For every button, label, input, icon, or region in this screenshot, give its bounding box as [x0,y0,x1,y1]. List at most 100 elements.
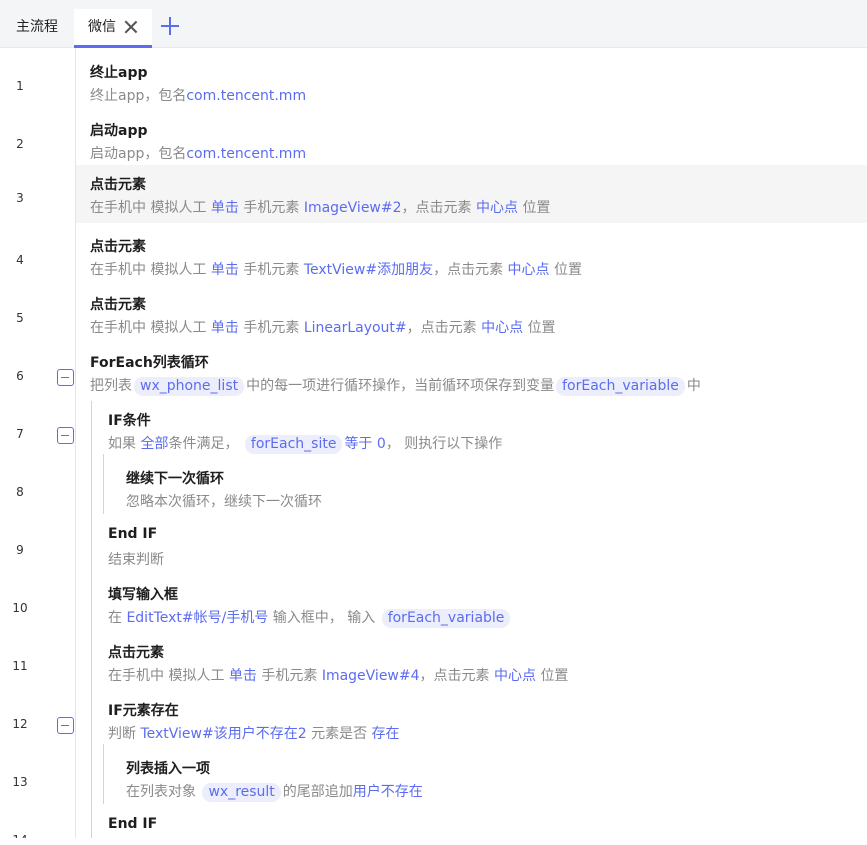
step-row[interactable]: 3 点击元素 在手机中 模拟人工 单击 手机元素 ImageView#2，点击元… [0,165,867,223]
step-title: IF条件 [108,413,151,429]
desc-text: ，点击元素 [406,320,477,336]
param-value[interactable]: TextView#添加朋友 [304,262,433,278]
desc-text: 位置 [540,668,569,684]
variable-pill[interactable]: forEach_variable [556,377,685,396]
collapse-icon[interactable] [57,369,74,386]
param-value[interactable]: 单击 [229,668,257,684]
param-value[interactable]: 等于 [344,436,372,452]
step-content[interactable]: 继续下一次循环 忽略本次循环，继续下一次循环 [76,459,867,517]
step-content[interactable]: 列表插入一项 在列表对象 wx_result 的尾部追加用户不存在 [76,749,867,807]
step-row[interactable]: 6 ForEach列表循环 把列表 wx_phone_list 中的每一项进行循环操… [0,343,867,401]
step-content[interactable]: IF元素存在 判断 TextView#该用户不存在2 元素是否 存在 [76,691,867,749]
step-content[interactable]: 启动app 启动app，包名com.tencent.mm [76,111,867,169]
desc-text: 手机元素 [243,200,300,216]
desc-text: 位置 [527,320,556,336]
param-value[interactable]: 中心点 [508,262,550,278]
param-value[interactable]: com.tencent.mm [186,88,306,104]
param-value[interactable]: EditText#帐号/手机号 [126,610,268,626]
step-row[interactable]: 8 继续下一次循环 忽略本次循环，继续下一次循环 [0,459,867,517]
step-content[interactable]: 终止app 终止app，包名com.tencent.mm [76,53,867,111]
line-number: 11 [12,659,28,673]
param-value[interactable]: TextView#该用户不存在2 [140,726,306,742]
step-description: 终止app，包名com.tencent.mm [90,85,306,105]
param-value[interactable]: 中心点 [476,200,518,216]
desc-text: ，点击元素 [401,200,472,216]
param-value[interactable]: ImageView#2 [304,200,402,216]
step-row[interactable]: 2 启动app 启动app，包名com.tencent.mm [0,111,867,169]
desc-text: 如果 [108,436,136,452]
add-tab-icon[interactable] [160,16,180,36]
step-content[interactable]: 点击元素 在手机中 模拟人工 单击 手机元素 LinearLayout#，点击元… [76,285,867,343]
desc-text: 在手机中 模拟人工 [108,668,225,684]
desc-text: 启动app，包名 [90,146,187,162]
param-value[interactable]: 中心点 [494,668,536,684]
param-value[interactable]: 单击 [211,262,239,278]
step-content[interactable]: ForEach列表循环 把列表 wx_phone_list 中的每一项进行循环操作，… [76,343,867,401]
step-row[interactable]: 1 终止app 终止app，包名com.tencent.mm [0,53,867,111]
step-row[interactable]: 13 列表插入一项 在列表对象 wx_result 的尾部追加用户不存在 [0,749,867,807]
step-content[interactable]: 点击元素 在手机中 模拟人工 单击 手机元素 ImageView#2，点击元素 … [76,165,867,223]
line-number: 10 [12,601,28,615]
param-value[interactable]: 单击 [211,200,239,216]
step-description: 在列表对象 wx_result 的尾部追加用户不存在 [126,781,423,802]
step-row[interactable]: 14 End IF [0,807,867,838]
param-value[interactable]: 全部 [140,436,168,452]
line-number: 4 [16,253,24,267]
param-value[interactable]: 用户不存在 [353,784,423,800]
param-value[interactable]: com.tencent.mm [186,146,306,162]
param-value[interactable]: 单击 [211,320,239,336]
step-row[interactable]: 7 IF条件 如果 全部条件满足， forEach_site 等于 0， 则执行以… [0,401,867,459]
step-content[interactable]: 点击元素 在手机中 模拟人工 单击 手机元素 TextView#添加朋友，点击元… [76,227,867,285]
tab-wechat[interactable]: 微信 [74,9,152,48]
close-icon[interactable] [124,20,138,34]
step-content[interactable]: End IF [76,807,867,838]
step-row[interactable]: 10 填写输入框 在 EditText#帐号/手机号 输入框中， 输入 forE… [0,575,867,633]
line-number: 9 [16,543,24,557]
tab-main-flow[interactable]: 主流程 [0,9,74,48]
step-title: End IF [108,816,158,832]
collapse-icon[interactable] [57,427,74,444]
line-number: 8 [16,485,24,499]
line-number: 13 [12,775,28,789]
step-row[interactable]: 5 点击元素 在手机中 模拟人工 单击 手机元素 LinearLayout#，点… [0,285,867,343]
variable-pill[interactable]: wx_result [202,783,281,802]
step-description: 结束判断 [108,552,164,568]
step-row[interactable]: 12 IF元素存在 判断 TextView#该用户不存在2 元素是否 存在 [0,691,867,749]
tab-wechat-label: 微信 [88,19,116,35]
tab-bar: 主流程 微信 [0,0,867,48]
desc-text: 元素是否 [311,726,368,742]
step-title: 继续下一次循环 [126,471,224,487]
param-value[interactable]: 0 [377,436,386,452]
param-value[interactable]: 存在 [372,726,400,742]
collapse-icon[interactable] [57,717,74,734]
line-number: 14 [0,833,40,838]
line-number: 7 [16,427,24,441]
step-content[interactable]: End IF 结束判断 [76,517,867,575]
step-row[interactable]: 11 点击元素 在手机中 模拟人工 单击 手机元素 ImageView#4，点击… [0,633,867,691]
desc-text: 终止app，包名 [90,88,187,104]
step-content[interactable]: IF条件 如果 全部条件满足， forEach_site 等于 0， 则执行以下操… [76,401,867,459]
step-description: 在 EditText#帐号/手机号 输入框中， 输入 forEach_varia… [108,607,512,628]
desc-text: 手机元素 [243,262,300,278]
variable-pill[interactable]: forEach_site [244,435,343,454]
param-value[interactable]: LinearLayout# [304,320,407,336]
step-description: 把列表 wx_phone_list 中的每一项进行循环操作，当前循环项保存到变量 fo… [90,375,701,396]
step-description: 在手机中 模拟人工 单击 手机元素 ImageView#4，点击元素 中心点 位… [108,665,568,685]
variable-pill[interactable]: wx_phone_list [134,377,245,396]
variable-pill[interactable]: forEach_variable [381,609,511,628]
step-row[interactable]: 9 End IF 结束判断 [0,517,867,575]
param-value[interactable]: ImageView#4 [322,668,420,684]
desc-text: 判断 [108,726,136,742]
param-value[interactable]: 中心点 [481,320,523,336]
step-row[interactable]: 4 点击元素 在手机中 模拟人工 单击 手机元素 TextView#添加朋友，点… [0,227,867,285]
step-content[interactable]: 点击元素 在手机中 模拟人工 单击 手机元素 ImageView#4，点击元素 … [76,633,867,691]
step-content[interactable]: 填写输入框 在 EditText#帐号/手机号 输入框中， 输入 forEach… [76,575,867,633]
step-title: 点击元素 [108,645,164,661]
desc-text: 中 [686,378,701,394]
desc-text: 手机元素 [243,320,300,336]
step-description: 判断 TextView#该用户不存在2 元素是否 存在 [108,723,400,743]
step-title: 终止app [90,65,148,81]
step-title: End IF [108,526,158,542]
desc-text: 把列表 [90,378,132,394]
desc-text: 条件满足， [168,436,239,452]
